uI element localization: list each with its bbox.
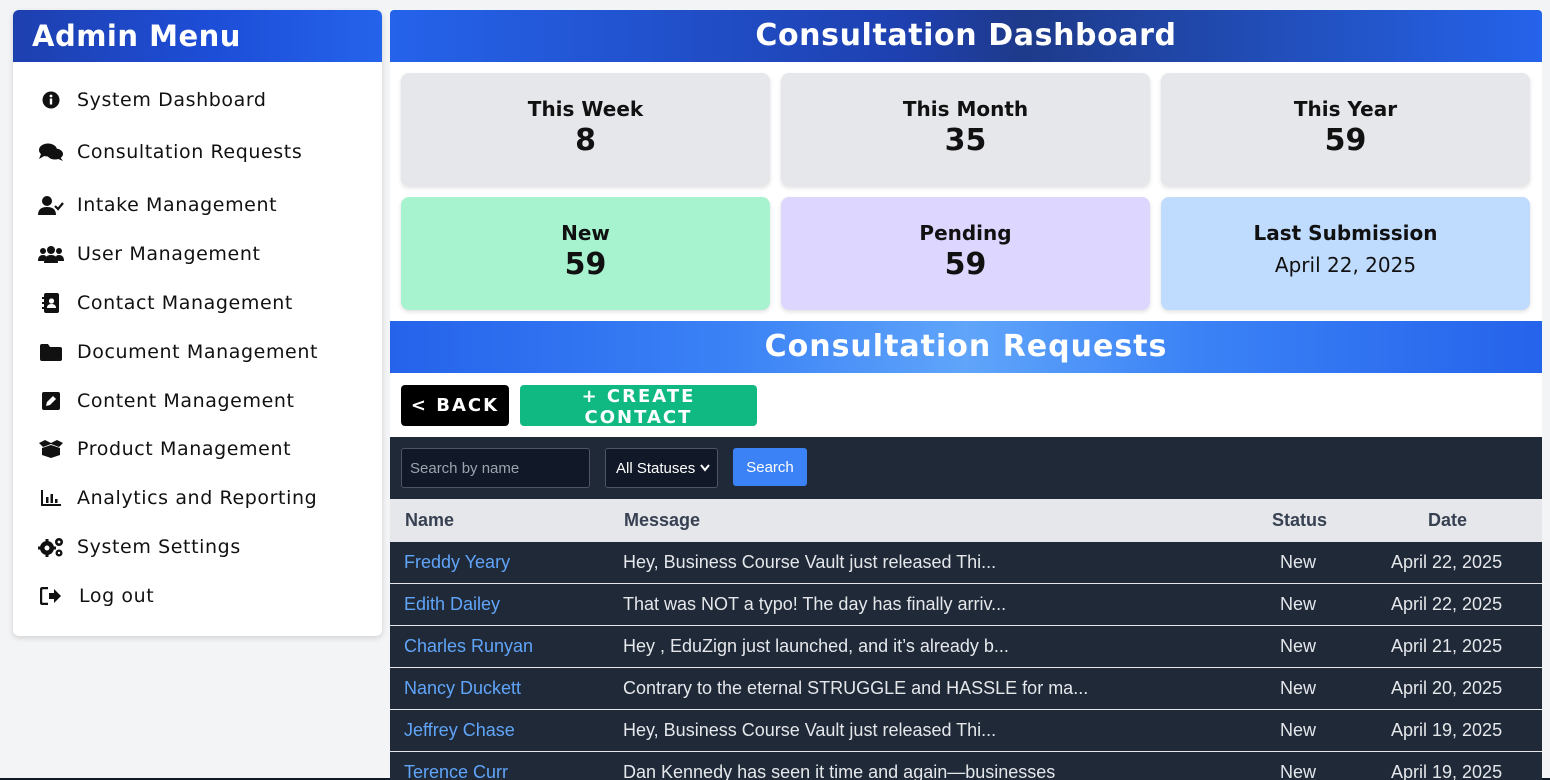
table-row[interactable]: Edith Dailey That was NOT a typo! The da… bbox=[390, 583, 1542, 625]
row-message: That was NOT a typo! The day has finally… bbox=[623, 594, 1007, 614]
column-header-name[interactable]: Name bbox=[405, 510, 454, 531]
sidebar-item-label: Analytics and Reporting bbox=[77, 487, 318, 509]
row-status: New bbox=[1280, 594, 1317, 614]
row-name-link[interactable]: Charles Runyan bbox=[404, 636, 533, 657]
column-header-date[interactable]: Date bbox=[1428, 510, 1467, 531]
sidebar-item-label: Log out bbox=[79, 585, 155, 607]
row-date: April 21, 2025 bbox=[1391, 636, 1503, 656]
row-status: New bbox=[1280, 762, 1317, 780]
stat-label: Pending bbox=[919, 221, 1012, 245]
row-name-link[interactable]: Edith Dailey bbox=[404, 594, 500, 615]
table-row[interactable]: Nancy Duckett Contrary to the eternal ST… bbox=[390, 667, 1542, 709]
sidebar-item-document-management[interactable]: Document Management bbox=[13, 334, 382, 370]
requests-section-title: Consultation Requests bbox=[390, 321, 1542, 373]
create-contact-button[interactable]: + CREATE CONTACT bbox=[520, 385, 757, 428]
row-status: New bbox=[1280, 678, 1317, 698]
row-name-link[interactable]: Terence Curr bbox=[404, 762, 508, 780]
row-date: April 19, 2025 bbox=[1391, 762, 1503, 780]
stat-label: This Year bbox=[1293, 97, 1398, 121]
dashboard-title: Consultation Dashboard bbox=[390, 10, 1542, 62]
stat-card-last-submission: Last Submission April 22, 2025 bbox=[1161, 197, 1530, 310]
row-date: April 20, 2025 bbox=[1391, 678, 1503, 698]
filter-bar: All Statuses Search bbox=[390, 437, 1542, 499]
sidebar-item-content-management[interactable]: Content Management bbox=[13, 383, 382, 419]
user-check-icon bbox=[38, 194, 64, 216]
row-message: Dan Kennedy has seen it time and again—b… bbox=[623, 762, 1056, 780]
main-panel: Consultation Dashboard This Week 8 This … bbox=[390, 10, 1542, 780]
back-button[interactable]: < BACK bbox=[401, 385, 509, 426]
stat-card-new: New 59 bbox=[401, 197, 770, 310]
sidebar-item-label: Product Management bbox=[77, 438, 292, 460]
stat-value: 59 bbox=[944, 247, 987, 282]
row-message: Hey, Business Course Vault just released… bbox=[623, 552, 997, 572]
stat-value: 8 bbox=[575, 123, 596, 158]
stat-card-this-month: This Month 35 bbox=[781, 73, 1150, 186]
sidebar-item-consultation-requests[interactable]: Consultation Requests bbox=[13, 134, 382, 170]
sidebar-title: Admin Menu bbox=[13, 10, 382, 62]
search-input[interactable] bbox=[401, 448, 590, 488]
stat-label: Last Submission bbox=[1253, 221, 1438, 245]
row-status: New bbox=[1280, 720, 1317, 740]
row-name-link[interactable]: Jeffrey Chase bbox=[404, 720, 515, 741]
stat-label: New bbox=[561, 221, 610, 245]
comments-icon bbox=[38, 141, 64, 163]
sidebar-item-label: Intake Management bbox=[77, 194, 278, 216]
status-select[interactable]: All Statuses bbox=[605, 448, 718, 488]
table-row[interactable]: Jeffrey Chase Hey, Business Course Vault… bbox=[390, 709, 1542, 751]
sidebar-item-label: System Dashboard bbox=[77, 89, 267, 111]
chart-bar-icon bbox=[38, 487, 64, 509]
sidebar-item-user-management[interactable]: User Management bbox=[13, 236, 382, 272]
stat-card-pending: Pending 59 bbox=[781, 197, 1150, 310]
sidebar-item-label: Contact Management bbox=[77, 292, 293, 314]
row-date: April 22, 2025 bbox=[1391, 552, 1503, 572]
sidebar-item-label: Consultation Requests bbox=[77, 141, 303, 163]
address-book-icon bbox=[38, 292, 64, 314]
search-button[interactable]: Search bbox=[733, 448, 807, 486]
column-header-message[interactable]: Message bbox=[624, 510, 700, 531]
sidebar-item-system-settings[interactable]: System Settings bbox=[13, 529, 382, 565]
row-message: Hey, Business Course Vault just released… bbox=[623, 720, 997, 740]
sidebar-item-log-out[interactable]: Log out bbox=[13, 578, 382, 614]
admin-sidebar: Admin Menu System Dashboard Consultation… bbox=[13, 10, 382, 636]
stat-value: 59 bbox=[1324, 123, 1367, 158]
stat-card-this-week: This Week 8 bbox=[401, 73, 770, 186]
folder-icon bbox=[38, 341, 64, 363]
row-date: April 22, 2025 bbox=[1391, 594, 1503, 614]
sidebar-item-analytics-and-reporting[interactable]: Analytics and Reporting bbox=[13, 480, 382, 516]
sidebar-item-label: Content Management bbox=[77, 390, 295, 412]
row-status: New bbox=[1280, 552, 1317, 572]
row-message: Contrary to the eternal STRUGGLE and HAS… bbox=[623, 678, 1089, 698]
row-message: Hey , EduZign just launched, and it’s al… bbox=[623, 636, 1009, 656]
chevron-down-icon bbox=[699, 460, 711, 480]
sign-out-icon bbox=[38, 585, 64, 607]
edit-icon bbox=[38, 390, 64, 412]
sidebar-item-label: System Settings bbox=[77, 536, 241, 558]
status-select-value: All Statuses bbox=[616, 459, 696, 477]
table-row[interactable]: Charles Runyan Hey , EduZign just launch… bbox=[390, 625, 1542, 667]
stat-value: 35 bbox=[944, 123, 987, 158]
sidebar-item-label: User Management bbox=[77, 243, 261, 265]
stat-value: 59 bbox=[564, 247, 607, 282]
sidebar-item-system-dashboard[interactable]: System Dashboard bbox=[13, 82, 382, 118]
stat-card-this-year: This Year 59 bbox=[1161, 73, 1530, 186]
sidebar-item-contact-management[interactable]: Contact Management bbox=[13, 285, 382, 321]
table-header: Name Message Status Date bbox=[390, 499, 1542, 541]
stat-label: This Week bbox=[527, 97, 644, 121]
sidebar-item-intake-management[interactable]: Intake Management bbox=[13, 187, 382, 223]
row-name-link[interactable]: Nancy Duckett bbox=[404, 678, 521, 699]
users-icon bbox=[38, 243, 64, 265]
table-row[interactable]: Terence Curr Dan Kennedy has seen it tim… bbox=[390, 751, 1542, 780]
sidebar-item-product-management[interactable]: Product Management bbox=[13, 431, 382, 467]
info-circle-icon bbox=[38, 89, 64, 111]
box-open-icon bbox=[38, 438, 64, 460]
column-header-status[interactable]: Status bbox=[1272, 510, 1327, 531]
row-name-link[interactable]: Freddy Yeary bbox=[404, 552, 510, 573]
stat-value: April 22, 2025 bbox=[1274, 253, 1417, 277]
table-row[interactable]: Freddy Yeary Hey, Business Course Vault … bbox=[390, 541, 1542, 583]
row-status: New bbox=[1280, 636, 1317, 656]
cogs-icon bbox=[38, 536, 64, 558]
stat-label: This Month bbox=[902, 97, 1029, 121]
sidebar-item-label: Document Management bbox=[77, 341, 319, 363]
row-date: April 19, 2025 bbox=[1391, 720, 1503, 740]
